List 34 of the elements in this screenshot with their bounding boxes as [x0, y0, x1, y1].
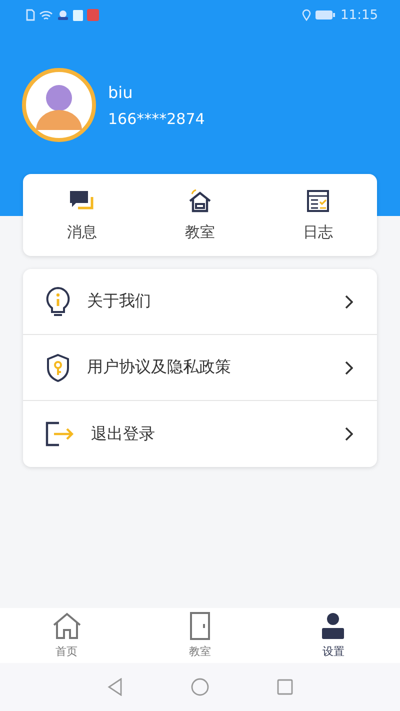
- location-icon: [302, 9, 311, 21]
- avatar-icon: [22, 68, 96, 142]
- exit-icon: [45, 421, 75, 447]
- chevron-right-icon: [345, 427, 353, 441]
- menu-item[interactable]: 用户协议及隐私政策: [23, 335, 377, 401]
- shortcut-button[interactable]: 日志: [259, 174, 377, 256]
- tab[interactable]: 教室: [133, 608, 267, 663]
- wifi-icon: [39, 10, 53, 20]
- home-icon: [52, 612, 82, 640]
- shield-icon: [45, 352, 71, 382]
- battery-icon: [314, 10, 335, 20]
- tab[interactable]: 设置: [266, 608, 400, 663]
- menu-item[interactable]: 关于我们: [23, 269, 377, 335]
- app-icon: [87, 9, 99, 21]
- app-icon: [57, 9, 69, 21]
- chevron-right-icon: [345, 360, 353, 374]
- house-icon: [187, 188, 213, 212]
- sim-icon: [26, 9, 35, 21]
- menu-item[interactable]: 退出登录: [23, 401, 377, 467]
- person-icon: [321, 612, 346, 640]
- home-circle-icon[interactable]: [191, 678, 209, 696]
- user-name: biu: [108, 82, 134, 102]
- chevron-right-icon: [345, 294, 353, 308]
- door-icon: [188, 612, 211, 640]
- checklist-icon: [306, 188, 330, 212]
- shortcut-button[interactable]: 教室: [141, 174, 259, 256]
- back-icon[interactable]: [107, 678, 123, 696]
- recents-icon[interactable]: [277, 679, 293, 695]
- phone-number: 166****2874: [108, 110, 205, 128]
- lightbulb-icon: [45, 286, 71, 318]
- shortcut-button[interactable]: 消息: [23, 174, 141, 256]
- clock-time: 11:15: [340, 8, 378, 22]
- chat-icon: [68, 188, 96, 212]
- tab[interactable]: 首页: [0, 608, 134, 663]
